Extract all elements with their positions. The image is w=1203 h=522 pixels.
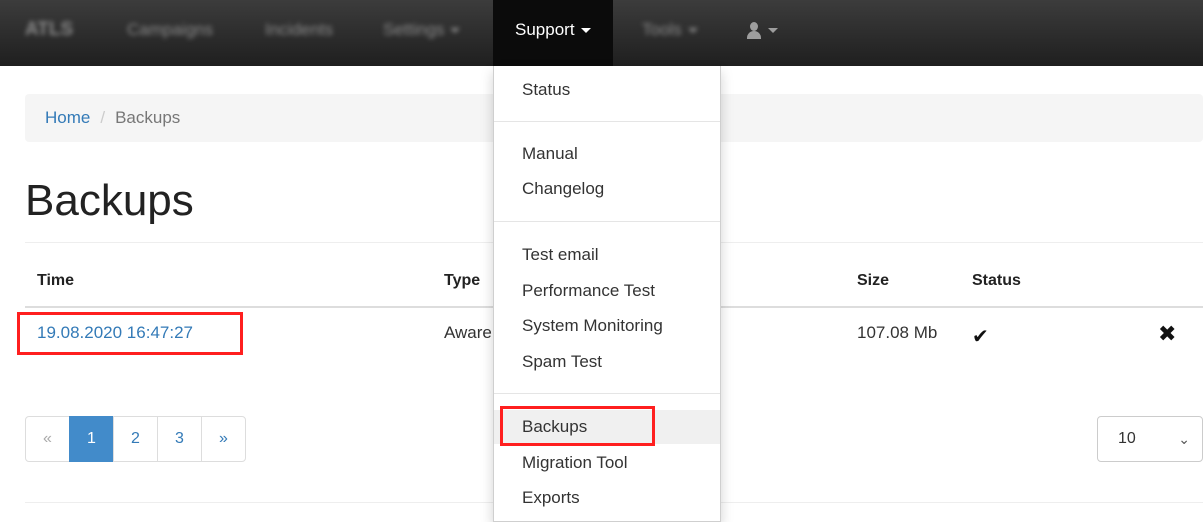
nav-tools-label: Tools bbox=[642, 20, 682, 39]
menu-item-migration-tool[interactable]: Migration Tool bbox=[494, 446, 720, 480]
backup-size-cell: 107.08 Mb bbox=[857, 323, 938, 342]
brand-logo[interactable]: ATLS bbox=[25, 0, 73, 66]
column-header-time: Time bbox=[37, 272, 75, 289]
menu-item-exports[interactable]: Exports bbox=[494, 481, 720, 515]
page-size-select[interactable]: 10 ⌄ bbox=[1097, 416, 1203, 462]
pagination-prev[interactable]: « bbox=[25, 416, 70, 462]
menu-item-performance-test[interactable]: Performance Test bbox=[494, 274, 720, 308]
breadcrumb-home-link[interactable]: Home bbox=[45, 108, 90, 127]
menu-divider bbox=[494, 221, 720, 222]
nav-campaigns[interactable]: Campaigns bbox=[127, 0, 213, 66]
page-title: Backups bbox=[25, 176, 194, 225]
highlight-box-time bbox=[17, 312, 243, 355]
nav-support-label: Support bbox=[515, 20, 575, 39]
menu-item-test-email[interactable]: Test email bbox=[494, 238, 720, 272]
menu-item-status[interactable]: Status bbox=[494, 73, 720, 107]
top-navbar: ATLS Campaigns Incidents Settings Suppor… bbox=[0, 0, 1203, 66]
column-header-type: Type bbox=[444, 272, 481, 289]
pagination-page-1[interactable]: 1 bbox=[69, 416, 114, 462]
chevron-down-icon: ⌄ bbox=[1178, 431, 1190, 447]
page-size-value: 10 bbox=[1118, 430, 1136, 447]
user-icon bbox=[746, 21, 762, 40]
chevron-down-icon bbox=[580, 28, 591, 34]
breadcrumb-separator: / bbox=[100, 108, 106, 127]
menu-item-spam-test[interactable]: Spam Test bbox=[494, 345, 720, 379]
nav-incidents[interactable]: Incidents bbox=[265, 0, 333, 66]
menu-item-system-monitoring[interactable]: System Monitoring bbox=[494, 309, 720, 343]
chevron-down-icon bbox=[768, 28, 778, 34]
delete-icon[interactable]: ✖ bbox=[1158, 321, 1176, 347]
nav-settings[interactable]: Settings bbox=[383, 0, 461, 66]
chevron-down-icon bbox=[450, 28, 461, 34]
pagination-page-3[interactable]: 3 bbox=[157, 416, 202, 462]
breadcrumb-current: Backups bbox=[115, 108, 181, 127]
highlight-box-backups bbox=[500, 406, 655, 446]
check-icon: ✔ bbox=[972, 326, 989, 348]
column-header-size: Size bbox=[857, 272, 890, 289]
nav-settings-label: Settings bbox=[383, 20, 445, 39]
pagination-page-2[interactable]: 2 bbox=[113, 416, 158, 462]
chevron-down-icon bbox=[687, 28, 698, 34]
menu-item-changelog[interactable]: Changelog bbox=[494, 172, 720, 206]
column-header-status: Status bbox=[972, 272, 1021, 289]
menu-divider bbox=[494, 121, 720, 122]
pagination: « 1 2 3 » bbox=[25, 416, 246, 462]
menu-item-manual[interactable]: Manual bbox=[494, 137, 720, 171]
nav-tools[interactable]: Tools bbox=[642, 0, 698, 66]
nav-support[interactable]: Support bbox=[493, 0, 613, 66]
pagination-next[interactable]: » bbox=[201, 416, 246, 462]
support-dropdown-menu: Status Manual Changelog Test email Perfo… bbox=[493, 66, 721, 522]
nav-user-menu[interactable] bbox=[746, 0, 778, 66]
menu-divider bbox=[494, 393, 720, 394]
backup-type-cell: Aware bbox=[444, 323, 492, 342]
